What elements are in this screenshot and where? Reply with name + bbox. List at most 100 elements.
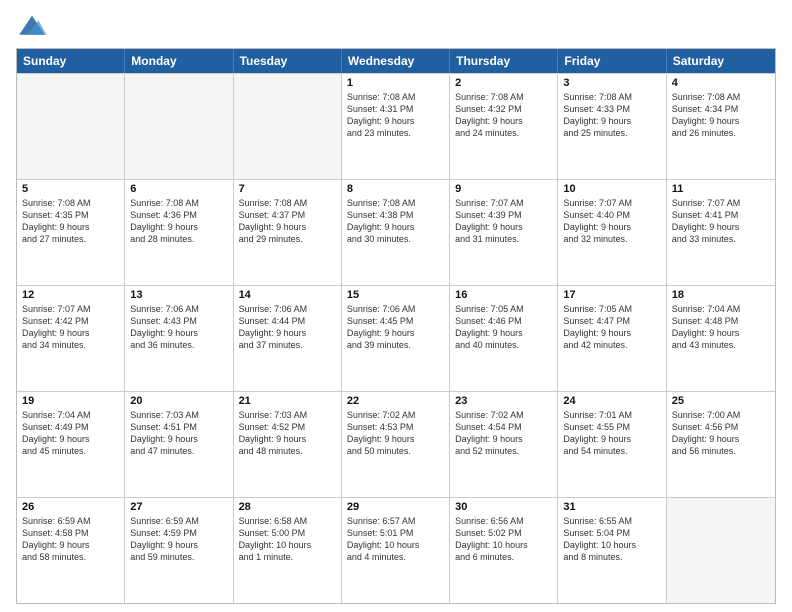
day-info: Sunrise: 7:08 AM Sunset: 4:37 PM Dayligh… xyxy=(239,197,336,246)
day-info: Sunrise: 6:59 AM Sunset: 4:58 PM Dayligh… xyxy=(22,515,119,564)
day-info: Sunrise: 7:07 AM Sunset: 4:42 PM Dayligh… xyxy=(22,303,119,352)
day-number: 27 xyxy=(130,501,227,513)
day-number: 26 xyxy=(22,501,119,513)
day-number: 18 xyxy=(672,289,770,301)
calendar-cell: 8Sunrise: 7:08 AM Sunset: 4:38 PM Daylig… xyxy=(342,180,450,285)
calendar-cell: 17 Sunrise: 7:05 AM Sunset: 4:47 PM Dayli… xyxy=(558,286,666,391)
day-number: 25 xyxy=(672,395,770,407)
calendar-cell: 15 Sunrise: 7:06 AM Sunset: 4:45 PM Dayli… xyxy=(342,286,450,391)
calendar-body: 1 Sunrise: 7:08 AM Sunset: 4:31 PM Daylig… xyxy=(17,73,775,603)
day-number: 2 xyxy=(455,77,552,89)
calendar-cell: 14 Sunrise: 7:06 AM Sunset: 4:44 PM Dayli… xyxy=(234,286,342,391)
day-number: 5 xyxy=(22,183,119,195)
calendar-cell: 7 Sunrise: 7:08 AM Sunset: 4:37 PM Daylig… xyxy=(234,180,342,285)
day-info: Sunrise: 7:07 AM Sunset: 4:40 PM Dayligh… xyxy=(563,197,660,246)
calendar-cell: 26 Sunrise: 6:59 AM Sunset: 4:58 PM Dayli… xyxy=(17,498,125,603)
calendar-cell: 31 Sunrise: 6:55 AM Sunset: 5:04 PM Dayli… xyxy=(558,498,666,603)
day-info: Sunrise: 7:02 AM Sunset: 4:54 PM Dayligh… xyxy=(455,409,552,458)
calendar-cell: 27 Sunrise: 6:59 AM Sunset: 4:59 PM Dayli… xyxy=(125,498,233,603)
day-number: 31 xyxy=(563,501,660,513)
calendar-cell: 12 Sunrise: 7:07 AM Sunset: 4:42 PM Dayli… xyxy=(17,286,125,391)
day-number: 20 xyxy=(130,395,227,407)
day-info: Sunrise: 7:04 AM Sunset: 4:49 PM Dayligh… xyxy=(22,409,119,458)
header xyxy=(16,12,776,40)
calendar-cell: 3 Sunrise: 7:08 AM Sunset: 4:33 PM Daylig… xyxy=(558,74,666,179)
calendar-cell: 22 Sunrise: 7:02 AM Sunset: 4:53 PM Dayli… xyxy=(342,392,450,497)
day-number: 1 xyxy=(347,77,444,89)
calendar-cell: 25 Sunrise: 7:00 AM Sunset: 4:56 PM Dayli… xyxy=(667,392,775,497)
day-info: Sunrise: 7:06 AM Sunset: 4:44 PM Dayligh… xyxy=(239,303,336,352)
day-info: Sunrise: 7:06 AM Sunset: 4:43 PM Dayligh… xyxy=(130,303,227,352)
day-info: Sunrise: 7:00 AM Sunset: 4:56 PM Dayligh… xyxy=(672,409,770,458)
day-number: 4 xyxy=(672,77,770,89)
day-number: 6 xyxy=(130,183,227,195)
day-number: 15 xyxy=(347,289,444,301)
day-info: Sunrise: 7:08 AM Sunset: 4:31 PM Dayligh… xyxy=(347,91,444,140)
calendar-cell: 6 Sunrise: 7:08 AM Sunset: 4:36 PM Daylig… xyxy=(125,180,233,285)
day-info: Sunrise: 7:03 AM Sunset: 4:52 PM Dayligh… xyxy=(239,409,336,458)
calendar-cell: 11 Sunrise: 7:07 AM Sunset: 4:41 PM Dayli… xyxy=(667,180,775,285)
day-info: Sunrise: 7:08 AM Sunset: 4:32 PM Dayligh… xyxy=(455,91,552,140)
day-info: Sunrise: 7:03 AM Sunset: 4:51 PM Dayligh… xyxy=(130,409,227,458)
day-number: 28 xyxy=(239,501,336,513)
day-number: 30 xyxy=(455,501,552,513)
calendar-cell xyxy=(234,74,342,179)
day-info: Sunrise: 6:56 AM Sunset: 5:02 PM Dayligh… xyxy=(455,515,552,564)
calendar-cell: 19 Sunrise: 7:04 AM Sunset: 4:49 PM Dayli… xyxy=(17,392,125,497)
calendar-header-cell: Thursday xyxy=(450,49,558,73)
calendar-header-row: SundayMondayTuesdayWednesdayThursdayFrid… xyxy=(17,49,775,73)
day-number: 22 xyxy=(347,395,444,407)
calendar-header-cell: Friday xyxy=(558,49,666,73)
day-info: Sunrise: 7:04 AM Sunset: 4:48 PM Dayligh… xyxy=(672,303,770,352)
day-info: Sunrise: 7:07 AM Sunset: 4:39 PM Dayligh… xyxy=(455,197,552,246)
calendar-cell: 9 Sunrise: 7:07 AM Sunset: 4:39 PM Daylig… xyxy=(450,180,558,285)
calendar-week: 19 Sunrise: 7:04 AM Sunset: 4:49 PM Dayli… xyxy=(17,391,775,497)
page: SundayMondayTuesdayWednesdayThursdayFrid… xyxy=(0,0,792,612)
day-number: 29 xyxy=(347,501,444,513)
day-number: 13 xyxy=(130,289,227,301)
calendar-header-cell: Wednesday xyxy=(342,49,450,73)
calendar-cell xyxy=(667,498,775,603)
day-info: Sunrise: 7:06 AM Sunset: 4:45 PM Dayligh… xyxy=(347,303,444,352)
calendar-cell: 28 Sunrise: 6:58 AM Sunset: 5:00 PM Dayli… xyxy=(234,498,342,603)
day-info: Sunrise: 7:02 AM Sunset: 4:53 PM Dayligh… xyxy=(347,409,444,458)
day-info: Sunrise: 7:05 AM Sunset: 4:47 PM Dayligh… xyxy=(563,303,660,352)
day-info: Sunrise: 7:08 AM Sunset: 4:33 PM Dayligh… xyxy=(563,91,660,140)
day-number: 9 xyxy=(455,183,552,195)
day-info: Sunrise: 6:57 AM Sunset: 5:01 PM Dayligh… xyxy=(347,515,444,564)
calendar-header-cell: Sunday xyxy=(17,49,125,73)
calendar-cell: 2 Sunrise: 7:08 AM Sunset: 4:32 PM Daylig… xyxy=(450,74,558,179)
calendar-cell: 18 Sunrise: 7:04 AM Sunset: 4:48 PM Dayli… xyxy=(667,286,775,391)
day-info: Sunrise: 7:08 AM Sunset: 4:36 PM Dayligh… xyxy=(130,197,227,246)
day-number: 19 xyxy=(22,395,119,407)
day-number: 23 xyxy=(455,395,552,407)
day-info: Sunrise: 7:01 AM Sunset: 4:55 PM Dayligh… xyxy=(563,409,660,458)
day-info: Sunrise: 6:59 AM Sunset: 4:59 PM Dayligh… xyxy=(130,515,227,564)
calendar-cell: 29 Sunrise: 6:57 AM Sunset: 5:01 PM Dayli… xyxy=(342,498,450,603)
day-info: Sunrise: 6:55 AM Sunset: 5:04 PM Dayligh… xyxy=(563,515,660,564)
day-number: 14 xyxy=(239,289,336,301)
calendar-cell: 20 Sunrise: 7:03 AM Sunset: 4:51 PM Dayli… xyxy=(125,392,233,497)
logo xyxy=(16,12,52,40)
day-info: Sunrise: 7:07 AM Sunset: 4:41 PM Dayligh… xyxy=(672,197,770,246)
calendar-cell xyxy=(17,74,125,179)
calendar-cell: 13 Sunrise: 7:06 AM Sunset: 4:43 PM Dayli… xyxy=(125,286,233,391)
day-info: Sunrise: 7:08 AM Sunset: 4:38 PM Dayligh… xyxy=(347,197,444,246)
calendar-cell: 16 Sunrise: 7:05 AM Sunset: 4:46 PM Dayli… xyxy=(450,286,558,391)
day-number: 21 xyxy=(239,395,336,407)
day-number: 16 xyxy=(455,289,552,301)
logo-icon xyxy=(16,12,48,40)
day-number: 12 xyxy=(22,289,119,301)
day-info: Sunrise: 7:05 AM Sunset: 4:46 PM Dayligh… xyxy=(455,303,552,352)
day-number: 24 xyxy=(563,395,660,407)
calendar-cell xyxy=(125,74,233,179)
day-number: 11 xyxy=(672,183,770,195)
calendar-cell: 10Sunrise: 7:07 AM Sunset: 4:40 PM Dayli… xyxy=(558,180,666,285)
day-number: 17 xyxy=(563,289,660,301)
calendar: SundayMondayTuesdayWednesdayThursdayFrid… xyxy=(16,48,776,604)
day-number: 7 xyxy=(239,183,336,195)
day-info: Sunrise: 6:58 AM Sunset: 5:00 PM Dayligh… xyxy=(239,515,336,564)
day-number: 3 xyxy=(563,77,660,89)
calendar-week: 26 Sunrise: 6:59 AM Sunset: 4:58 PM Dayli… xyxy=(17,497,775,603)
calendar-cell: 5Sunrise: 7:08 AM Sunset: 4:35 PM Daylig… xyxy=(17,180,125,285)
